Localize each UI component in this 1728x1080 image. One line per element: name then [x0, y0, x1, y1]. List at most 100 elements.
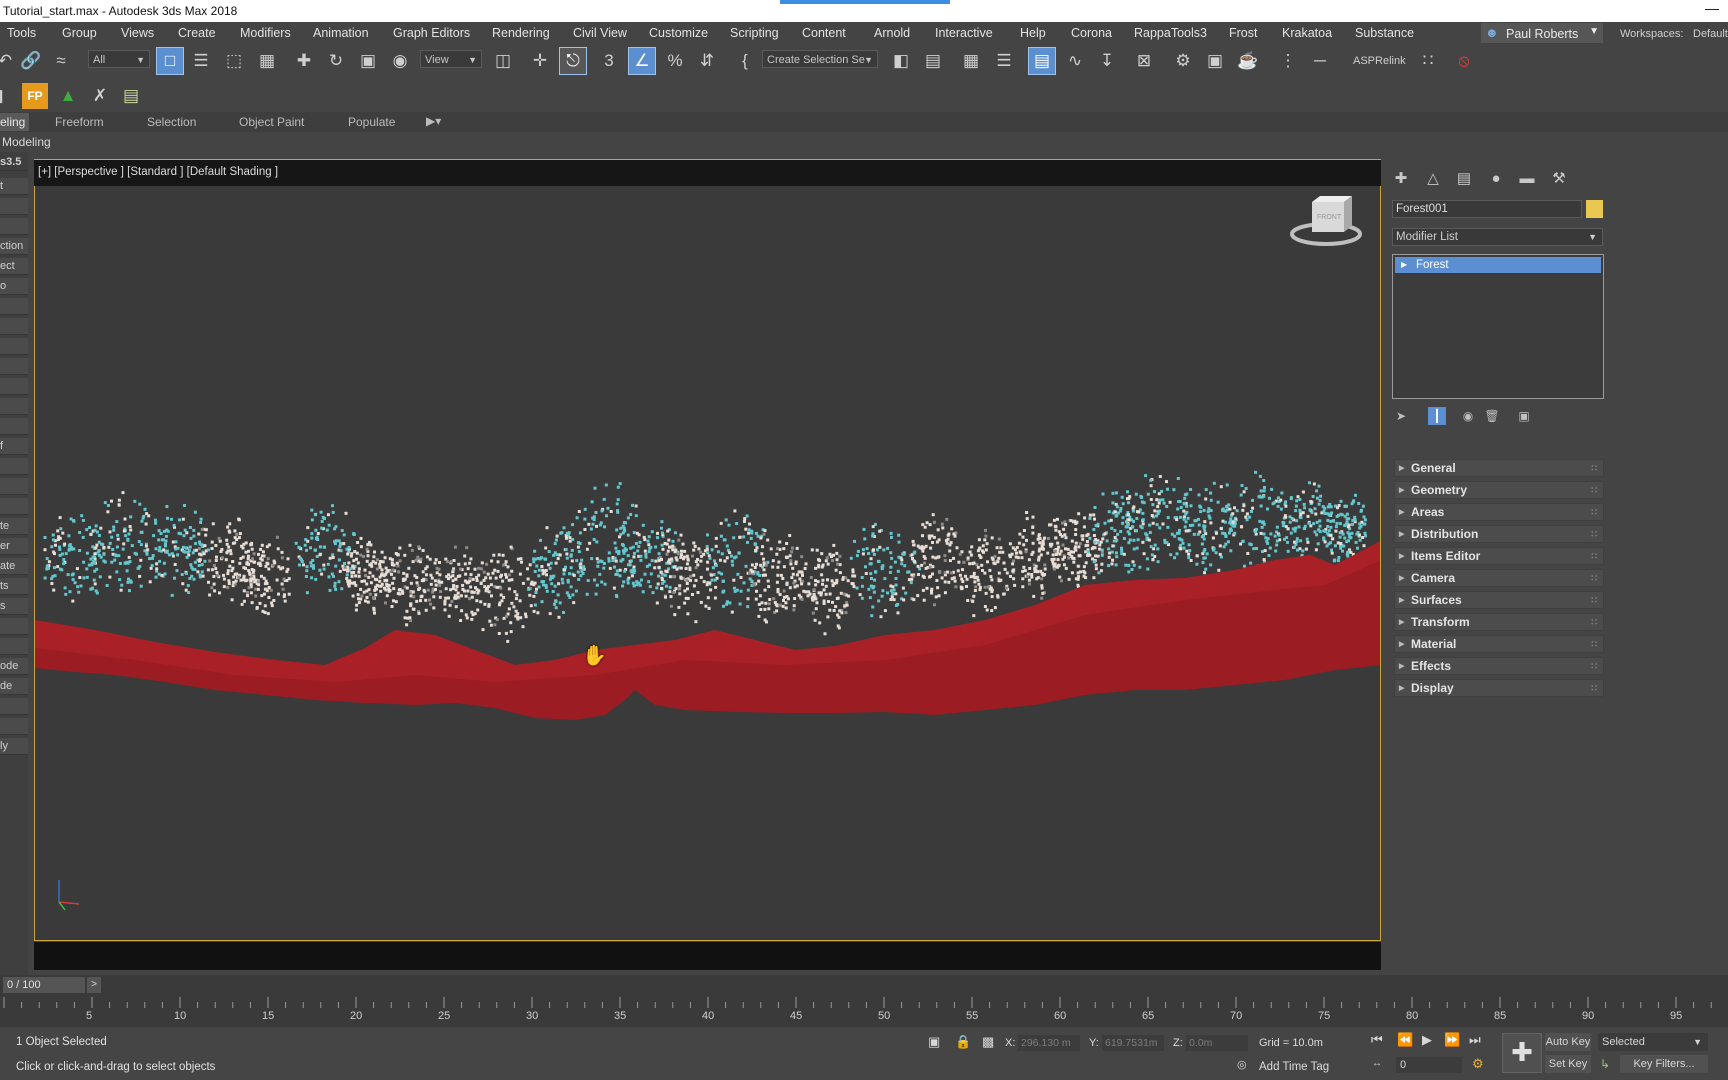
play-icon[interactable]: ▶: [1422, 1032, 1432, 1048]
left-panel-button[interactable]: te: [0, 518, 28, 535]
menu-create[interactable]: Create: [178, 26, 216, 40]
left-panel-button[interactable]: [0, 698, 28, 715]
scale-icon[interactable]: ▣: [355, 48, 381, 74]
viewport-label-menu[interactable]: [+] [Perspective ] [Standard ] [Default …: [38, 166, 278, 178]
menu-corona[interactable]: Corona: [1071, 26, 1112, 40]
drag-handle-icon[interactable]: ∷: [1591, 504, 1597, 521]
drag-handle-icon[interactable]: ∷: [1591, 526, 1597, 543]
move-icon[interactable]: ✚: [291, 48, 317, 74]
make-unique-icon[interactable]: ◉: [1459, 407, 1477, 425]
keyboard-shortcut-icon[interactable]: ⎋: [559, 47, 587, 75]
forest-pack-button[interactable]: FP: [22, 83, 48, 109]
left-panel-button[interactable]: [0, 378, 28, 395]
drag-handle-icon[interactable]: ∷: [1591, 614, 1597, 631]
left-panel-button[interactable]: o: [0, 278, 28, 295]
time-slider-handle[interactable]: 0 / 100: [3, 977, 85, 993]
list-icon[interactable]: ▤: [118, 83, 144, 109]
left-panel-button[interactable]: ts: [0, 578, 28, 595]
drag-handle-icon[interactable]: ∷: [1591, 460, 1597, 477]
snaps-toggle-icon[interactable]: 3: [596, 48, 622, 74]
current-frame-field[interactable]: 0: [1396, 1057, 1462, 1073]
material-editor-icon[interactable]: ⚙: [1170, 48, 1196, 74]
left-panel-button[interactable]: [0, 338, 28, 355]
previous-frame-icon[interactable]: ⏪: [1397, 1032, 1413, 1048]
next-frame-icon[interactable]: ⏩: [1444, 1032, 1460, 1048]
left-panel-button[interactable]: [0, 418, 28, 435]
left-panel-button[interactable]: [0, 618, 28, 635]
select-object-icon[interactable]: □: [156, 47, 184, 75]
time-config-arrows-icon[interactable]: ↔: [1372, 1058, 1382, 1069]
ribbon-toggle-icon[interactable]: ▤: [1028, 47, 1056, 75]
tab-modeling[interactable]: eling: [0, 113, 30, 131]
render-teapot-icon[interactable]: ☕: [1235, 48, 1261, 74]
percent-snap-icon[interactable]: %: [662, 48, 688, 74]
key-mode-dropdown[interactable]: Selected ▼: [1598, 1033, 1708, 1051]
selection-filter-dropdown[interactable]: All ▼: [88, 50, 150, 68]
x-coordinate-field[interactable]: 296.130 m: [1018, 1035, 1080, 1051]
snap-dots-icon[interactable]: ∷: [1415, 48, 1441, 74]
left-panel-button[interactable]: [0, 498, 28, 515]
tab-populate[interactable]: Populate: [348, 115, 395, 129]
menu-group[interactable]: Group: [62, 26, 97, 40]
menu-substance[interactable]: Substance: [1355, 26, 1414, 40]
rollout-transform[interactable]: ▶ Transform ∷: [1394, 613, 1604, 631]
left-panel-button[interactable]: [0, 318, 28, 335]
tab-selection[interactable]: Selection: [147, 115, 196, 129]
rollout-items-editor[interactable]: ▶ Items Editor ∷: [1394, 547, 1604, 565]
modify-tab-icon[interactable]: △: [1423, 169, 1443, 189]
hierarchy-tab-icon[interactable]: ▤: [1454, 169, 1474, 189]
curve-editor-icon[interactable]: ∿: [1062, 48, 1088, 74]
go-to-start-icon[interactable]: ⏮: [1371, 1032, 1383, 1048]
left-panel-button[interactable]: [0, 638, 28, 655]
time-slider[interactable]: 0 / 100 >: [0, 975, 1728, 995]
ribbon-panel-label[interactable]: Modeling: [2, 135, 51, 149]
menu-rendering[interactable]: Rendering: [492, 26, 550, 40]
menu-krakatoa[interactable]: Krakatoa: [1282, 26, 1332, 40]
add-time-tag-button[interactable]: Add Time Tag: [1259, 1061, 1329, 1073]
track-bar[interactable]: 5 10 15 20 25 30 35 40 45 50 55 60 65 70 75 80 85 90 95: [0, 995, 1728, 1027]
left-panel-button[interactable]: s: [0, 598, 28, 615]
edit-named-selection-icon[interactable]: {: [732, 48, 758, 74]
rollout-surfaces[interactable]: ▶ Surfaces ∷: [1394, 591, 1604, 609]
left-panel-button[interactable]: f: [0, 438, 28, 455]
viewcube[interactable]: FRONT: [1290, 194, 1362, 250]
menu-tools[interactable]: Tools: [7, 26, 36, 40]
workspace-dropdown[interactable]: Default: [1693, 28, 1728, 40]
key-filter-icon[interactable]: ↳: [1600, 1057, 1610, 1071]
configure-sets-icon[interactable]: ▣: [1515, 407, 1533, 425]
auto-key-button[interactable]: Auto Key: [1545, 1033, 1591, 1051]
user-account-button[interactable]: ☻ Paul Roberts ▼: [1481, 23, 1603, 43]
drag-handle-icon[interactable]: ∷: [1591, 548, 1597, 565]
menu-help[interactable]: Help: [1020, 26, 1046, 40]
left-panel-button[interactable]: [0, 478, 28, 495]
menu-content[interactable]: Content: [802, 26, 846, 40]
left-panel-button[interactable]: ction: [0, 238, 28, 255]
link-icon[interactable]: 🔗: [18, 48, 44, 74]
select-manipulate-icon[interactable]: ✛: [527, 48, 553, 74]
menu-scripting[interactable]: Scripting: [730, 26, 779, 40]
time-configuration-icon[interactable]: ⚙: [1472, 1056, 1484, 1072]
window-crossing-icon[interactable]: ▦: [254, 48, 280, 74]
left-panel-button[interactable]: ly: [0, 738, 28, 755]
rollout-areas[interactable]: ▶ Areas ∷: [1394, 503, 1604, 521]
modifier-list-dropdown[interactable]: Modifier List ▼: [1392, 228, 1603, 246]
modifier-stack[interactable]: ▶ Forest: [1392, 254, 1604, 399]
menu-customize[interactable]: Customize: [649, 26, 708, 40]
drag-handle-icon[interactable]: ∷: [1591, 592, 1597, 609]
menu-rappatools[interactable]: RappaTools3: [1134, 26, 1207, 40]
menu-arnold[interactable]: Arnold: [874, 26, 910, 40]
named-selection-dropdown[interactable]: Create Selection Se ▼: [762, 50, 878, 68]
scene-explorer-icon[interactable]: ▦: [958, 48, 984, 74]
y-coordinate-field[interactable]: 619.7531m: [1102, 1035, 1164, 1051]
menu-animation[interactable]: Animation: [313, 26, 369, 40]
left-panel-button[interactable]: [0, 198, 28, 215]
set-key-big-button[interactable]: ✚: [1502, 1033, 1542, 1073]
left-panel-button[interactable]: s3.5: [0, 154, 28, 171]
layer-explorer-icon[interactable]: ☰: [991, 48, 1017, 74]
panel-icon[interactable]: ▮: [0, 83, 12, 109]
left-panel-button[interactable]: t: [0, 178, 28, 195]
rotate-icon[interactable]: ↻: [323, 48, 349, 74]
menu-modifiers[interactable]: Modifiers: [240, 26, 291, 40]
left-panel-button[interactable]: de: [0, 678, 28, 695]
selection-region-icon[interactable]: ⬚: [221, 48, 247, 74]
